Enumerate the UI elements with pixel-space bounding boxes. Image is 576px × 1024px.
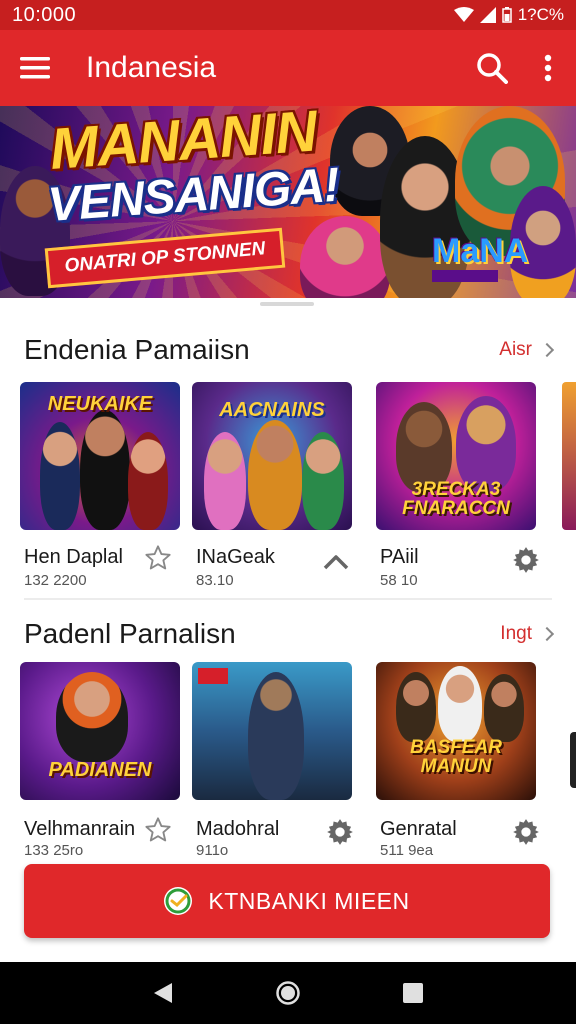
sheet-drag-handle[interactable] [260, 302, 314, 306]
game-meta: 911o [196, 842, 229, 859]
thumbnail-figure [248, 420, 302, 530]
app-title: Indanesia [86, 51, 217, 84]
game-meta: 58 10 [380, 572, 418, 589]
hamburger-menu-icon [20, 57, 50, 79]
game-meta: 133 25ro [24, 842, 84, 859]
menu-button[interactable] [0, 30, 70, 106]
thumbnail-title: NEUKAIKE [47, 393, 153, 415]
app-screen: 10:000 1?C% Indanesia MANANIN VENSANIGA! [0, 0, 576, 1024]
signal-icon [479, 7, 496, 23]
overflow-menu-button[interactable] [520, 30, 576, 106]
game-name: INaGeak [196, 546, 275, 568]
thumbnail-title: BASFEAR MANUN [410, 737, 502, 777]
game-name: PAiil [380, 546, 419, 568]
settings-button[interactable] [324, 816, 356, 848]
thumbnail-badge [198, 668, 228, 684]
banner-ribbon-text: ONATRI OP STONNEN [63, 238, 267, 277]
chevron-up-icon [323, 555, 349, 570]
more-vertical-icon [544, 54, 552, 82]
system-nav-bar [0, 962, 576, 1024]
thumbnail-figure [302, 432, 344, 530]
status-icons: 1?C% [453, 5, 564, 25]
settings-icon [327, 819, 353, 845]
search-button[interactable] [464, 30, 520, 106]
thumbnail-figure [80, 410, 130, 530]
see-all-label: Aisr [499, 339, 532, 360]
game-meta: 83.10 [196, 572, 234, 589]
see-all-label: Ingt [500, 623, 532, 644]
thumbnail-figure [456, 396, 516, 492]
game-card[interactable]: 3RECKA3 FNARACCN PAiil 58 10 [376, 382, 539, 592]
section-header: Endenia Pamaiisn Aisr [24, 330, 555, 370]
settings-button[interactable] [510, 816, 542, 848]
see-all-link[interactable]: Aisr [499, 339, 555, 361]
search-icon [477, 53, 508, 84]
game-name: Genratal [380, 818, 457, 840]
thumbnail-title: AACNAINS [219, 399, 325, 421]
primary-action-label: KTNBANKI MIEEN [208, 887, 410, 914]
game-thumbnail[interactable]: PADIANEN [20, 662, 180, 800]
primary-action-button[interactable]: KTNBANKI MIEEN [24, 864, 550, 938]
game-thumbnail[interactable]: 3RECKA3 FNARACCN [376, 382, 536, 530]
status-bar: 10:000 1?C% [0, 0, 576, 30]
battery-text: 1?C% [517, 5, 564, 24]
game-meta: 511 9ea [380, 842, 434, 859]
star-outline-icon [145, 817, 171, 842]
nav-recents-button[interactable] [393, 973, 433, 1013]
next-card-peek [562, 382, 576, 530]
banner-logo: MaNA [432, 232, 529, 270]
section-divider [24, 598, 552, 600]
settings-icon [513, 547, 539, 573]
nav-home-button[interactable] [268, 973, 308, 1013]
thumbnail-figure [204, 432, 246, 530]
section-title: Endenia Pamaiisn [24, 334, 250, 365]
game-thumbnail[interactable]: AACNAINS [192, 382, 352, 530]
game-name: Velhmanrain [24, 818, 136, 840]
game-card[interactable]: AACNAINS INaGeak 83.10 [192, 382, 352, 592]
next-card-peek [570, 732, 576, 788]
thumbnail-figure [56, 672, 128, 762]
expand-button[interactable] [320, 546, 352, 578]
status-time: 10:000 [12, 3, 77, 26]
game-card[interactable]: PADIANEN Velhmanrain 133 25ro [20, 662, 180, 862]
game-card[interactable]: Madohral 911o [192, 662, 353, 862]
game-card[interactable]: BASFEAR MANUN Genratal 511 9ea [376, 662, 539, 862]
promo-banner[interactable]: MANANIN VENSANIGA! ONATRI OP STONNEN MaN… [0, 106, 576, 298]
home-circle-icon [276, 981, 300, 1005]
check-circle-icon [164, 887, 193, 915]
game-name: Hen Daplal [24, 546, 123, 568]
thumbnail-figure [128, 432, 168, 530]
game-thumbnail[interactable]: BASFEAR MANUN [376, 662, 536, 800]
chevron-right-icon [539, 626, 555, 642]
thumbnail-figure [248, 672, 304, 800]
thumbnail-figure [396, 672, 436, 742]
game-meta: 132 2200 [24, 572, 87, 589]
game-card[interactable]: NEUKAIKE Hen Daplal 132 2200 [20, 382, 180, 592]
thumbnail-title: 3RECKA3 FNARACCN [402, 479, 510, 519]
section-header: Padenl Parnalisn Ingt [24, 614, 555, 654]
game-name: Madohral [196, 818, 280, 840]
section-title: Padenl Parnalisn [24, 618, 236, 649]
recents-square-icon [403, 983, 424, 1003]
thumbnail-figure [40, 422, 80, 530]
star-outline-icon [145, 545, 171, 570]
banner-logo-subtitle [432, 270, 498, 282]
battery-icon [501, 7, 512, 23]
favorite-button[interactable] [142, 814, 174, 846]
thumbnail-figure [438, 666, 482, 742]
game-thumbnail[interactable] [192, 662, 352, 800]
thumbnail-title: PADIANEN [48, 759, 152, 781]
thumbnail-figure [484, 674, 524, 742]
back-triangle-icon [153, 983, 172, 1003]
app-bar: Indanesia [0, 30, 576, 106]
game-thumbnail[interactable]: NEUKAIKE [20, 382, 180, 530]
nav-back-button[interactable] [143, 973, 183, 1013]
see-all-link[interactable]: Ingt [500, 623, 555, 645]
settings-icon [513, 819, 539, 845]
wifi-icon [453, 7, 474, 22]
favorite-button[interactable] [142, 542, 174, 574]
chevron-right-icon [539, 342, 555, 358]
settings-button[interactable] [510, 544, 542, 576]
